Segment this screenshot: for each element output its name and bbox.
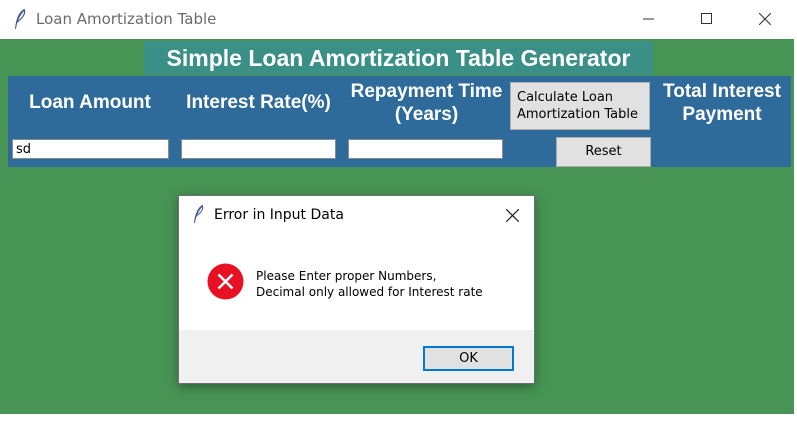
calculate-button-label-line2: Amortization Table <box>517 107 639 122</box>
close-icon <box>759 13 771 25</box>
close-icon <box>506 209 519 222</box>
close-button[interactable] <box>737 0 795 39</box>
dialog-title: Error in Input Data <box>214 207 344 223</box>
dialog-message: Please Enter proper Numbers, Decimal onl… <box>256 268 483 300</box>
repayment-time-label-line1: Repayment Time <box>350 81 503 102</box>
reset-button[interactable]: Reset <box>556 137 651 167</box>
total-interest-label-line1: Total Interest <box>663 81 781 102</box>
window-title: Loan Amortization Table <box>36 10 217 28</box>
window-border <box>0 414 797 421</box>
dialog-message-line1: Please Enter proper Numbers, <box>256 269 437 283</box>
dialog-close-button[interactable] <box>501 204 525 228</box>
loan-amount-input[interactable]: sd <box>12 139 169 159</box>
calculate-button-label-line1: Calculate Loan <box>517 90 614 105</box>
dialog-message-line2: Decimal only allowed for Interest rate <box>256 285 483 299</box>
interest-rate-input[interactable] <box>181 139 336 159</box>
app-heading: Simple Loan Amortization Table Generator <box>144 41 653 75</box>
loan-amount-label: Loan Amount <box>29 92 151 113</box>
error-icon <box>207 263 244 300</box>
repayment-time-label: Repayment Time (Years) <box>345 80 508 126</box>
minimize-icon <box>643 18 654 20</box>
calculate-button[interactable]: Calculate Loan Amortization Table <box>510 82 650 130</box>
repayment-time-label-line2: (Years) <box>394 104 459 125</box>
error-dialog: Error in Input Data Please Enter proper … <box>178 195 535 384</box>
maximize-icon <box>701 13 712 24</box>
repayment-time-input[interactable] <box>348 139 503 159</box>
feather-icon <box>194 204 204 223</box>
total-interest-label: Total Interest Payment <box>651 80 793 126</box>
ok-button[interactable]: OK <box>423 346 514 371</box>
minimize-button[interactable] <box>621 0 679 39</box>
maximize-button[interactable] <box>679 0 737 39</box>
interest-rate-label: Interest Rate(%) <box>186 92 331 113</box>
feather-icon <box>15 8 26 29</box>
window-titlebar[interactable]: Loan Amortization Table <box>0 0 797 39</box>
total-interest-label-line2: Payment <box>682 104 762 125</box>
